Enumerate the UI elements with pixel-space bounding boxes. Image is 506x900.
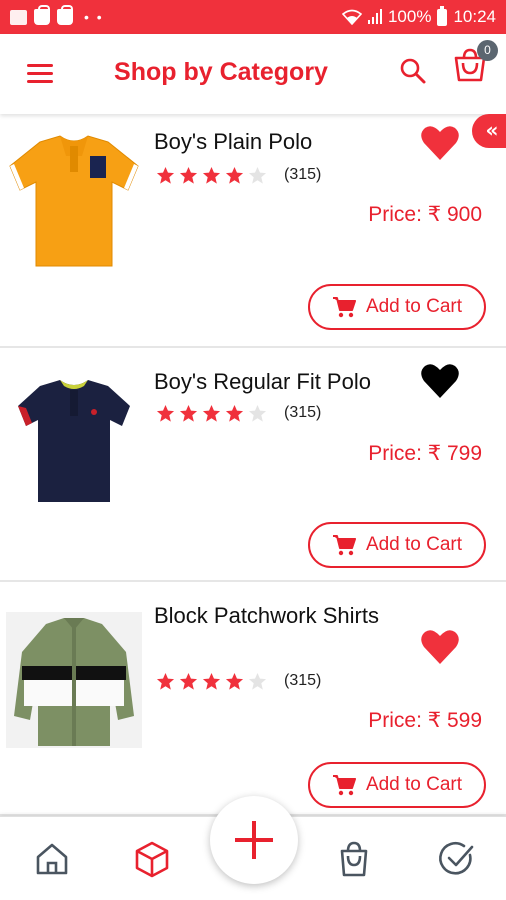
star-filled-icon [156,404,175,422]
add-to-cart-label: Add to Cart [365,774,463,795]
add-to-cart-button[interactable]: Add to Cart [308,762,486,808]
battery-percent: 100% [387,7,432,26]
product-price: Price: ₹ 599 [368,708,482,733]
add-to-cart-label: Add to Cart [365,534,463,555]
price-value: ₹ 799 [427,442,482,465]
star-empty-icon [248,404,267,422]
page-title: Shop by Category [114,58,328,86]
star-empty-icon [248,672,267,690]
price-value: ₹ 599 [427,709,482,732]
add-to-cart-label: Add to Cart [365,296,463,317]
shopping-bag-icon[interactable] [334,839,374,879]
star-filled-icon [225,672,244,690]
price-label: Price: [368,709,422,732]
app-bar: Shop by Category 0 [0,34,506,114]
product-price: Price: ₹ 900 [368,202,482,227]
collapse-panel-button[interactable]: « [472,114,506,148]
add-to-cart-button[interactable]: Add to Cart [308,284,486,330]
product-name: Boy's Regular Fit Polo [154,369,371,394]
star-filled-icon [225,404,244,422]
box-icon[interactable] [132,839,172,879]
price-label: Price: [368,442,422,465]
shopping-bag-notification-icon [57,5,73,25]
status-bar: • • 100% 10:24 [0,0,506,34]
cart-icon [332,535,356,556]
cart-count-badge: 0 [477,40,498,61]
product-name: Block Patchwork Shirts [154,603,379,628]
product-list: Boy's Plain Polo (315) Price: ₹ 900 Add … [0,114,506,816]
add-fab-button[interactable] [210,796,298,884]
favorite-heart-icon[interactable] [420,628,460,666]
check-circle-icon[interactable] [436,839,476,879]
search-icon[interactable] [398,56,428,86]
image-notification-icon [10,9,27,25]
product-card[interactable]: Boy's Regular Fit Polo (315) Price: ₹ 79… [0,348,506,582]
wifi-icon [341,9,362,25]
favorite-heart-icon[interactable] [420,124,460,162]
home-icon[interactable] [32,839,72,879]
rating-stars [156,672,267,691]
review-count: (315) [284,166,322,183]
star-filled-icon [156,672,175,690]
review-count: (315) [284,404,322,421]
product-name: Boy's Plain Polo [154,129,313,154]
star-filled-icon [179,672,198,690]
product-price: Price: ₹ 799 [368,441,482,466]
star-filled-icon [202,166,221,184]
shopping-bag-notification-icon [34,5,50,25]
favorite-heart-icon[interactable] [420,362,460,400]
cart-icon [332,297,356,318]
clock: 10:24 [453,7,496,26]
battery-icon [437,5,448,26]
plus-icon [235,821,273,859]
product-image-navy-polo [18,380,130,502]
signal-icon [367,9,382,24]
star-filled-icon [202,672,221,690]
product-image-orange-polo [9,135,139,267]
product-card[interactable]: Block Patchwork Shirts (315) Price: ₹ 59… [0,582,506,816]
star-filled-icon [225,166,244,184]
rating-stars [156,404,267,423]
product-card[interactable]: Boy's Plain Polo (315) Price: ₹ 900 Add … [0,114,506,348]
star-filled-icon [156,166,175,184]
cart-icon [332,775,356,796]
star-filled-icon [179,404,198,422]
price-label: Price: [368,203,422,226]
product-image-patchwork-shirt [6,612,142,748]
star-filled-icon [179,166,198,184]
rating-stars [156,166,267,185]
review-count: (315) [284,672,322,689]
star-filled-icon [202,404,221,422]
more-notifications-icon: • • [84,9,104,25]
price-value: ₹ 900 [427,203,482,226]
add-to-cart-button[interactable]: Add to Cart [308,522,486,568]
star-empty-icon [248,166,267,184]
